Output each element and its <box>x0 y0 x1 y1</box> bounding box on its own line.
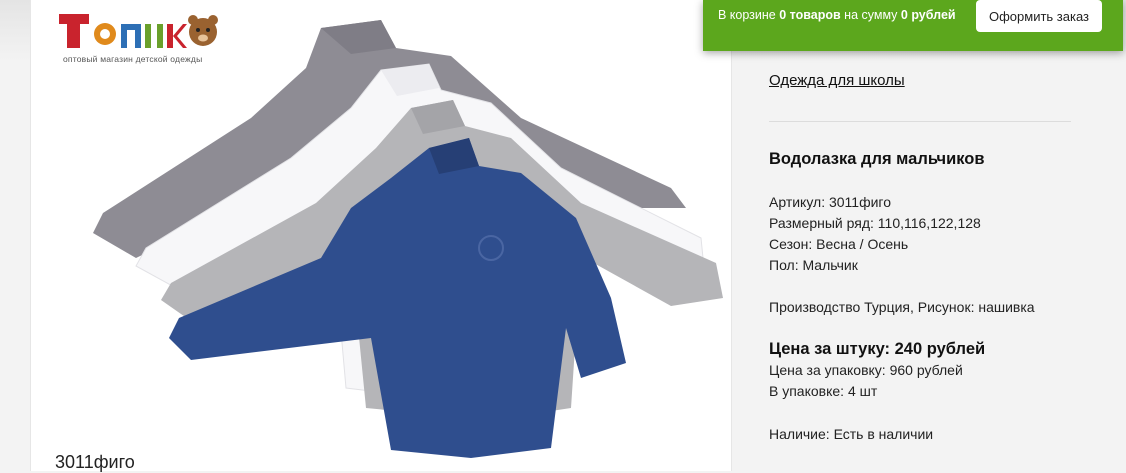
product-production: Производство Турция, Рисунок: нашивка <box>769 299 1035 315</box>
product-image[interactable] <box>51 8 731 468</box>
breadcrumb-category-link[interactable]: Одежда для школы <box>769 72 905 89</box>
logo-tagline: оптовый магазин детской одежды <box>63 54 203 64</box>
product-article: Артикул: 3011фиго <box>769 194 892 210</box>
product-gender: Пол: Мальчик <box>769 257 858 273</box>
price-per-unit: Цена за штуку: 240 рублей <box>769 340 986 358</box>
product-info: Одежда для школы Водолазка для мальчиков… <box>769 0 1079 471</box>
cart-summary: В корзине 0 товаров на сумму 0 рублей <box>718 8 956 22</box>
cart-total-sum: 0 рублей <box>900 8 956 22</box>
divider <box>769 121 1071 122</box>
price-per-pack: Цена за упаковку: 960 рублей <box>769 362 963 378</box>
product-season: Сезон: Весна / Осень <box>769 236 909 252</box>
product-title: Водолазка для мальчиков <box>769 150 985 168</box>
cart-summary-prefix: В корзине <box>718 8 780 22</box>
checkout-button[interactable]: Оформить заказ <box>976 0 1102 32</box>
product-image-panel: оптовый магазин детской одежды 3011фиго <box>30 0 732 472</box>
pack-quantity: В упаковке: 4 шт <box>769 383 878 399</box>
product-sizes: Размерный ряд: 110,116,122,128 <box>769 215 981 231</box>
logo-mark <box>59 14 218 48</box>
image-caption: 3011фиго <box>55 452 135 472</box>
availability: Наличие: Есть в наличии <box>769 426 934 442</box>
cart-summary-middle: на сумму <box>840 8 901 22</box>
cart-item-count: 0 товаров <box>779 8 841 22</box>
cart-bar: В корзине 0 товаров на сумму 0 рублей Оф… <box>703 0 1123 51</box>
